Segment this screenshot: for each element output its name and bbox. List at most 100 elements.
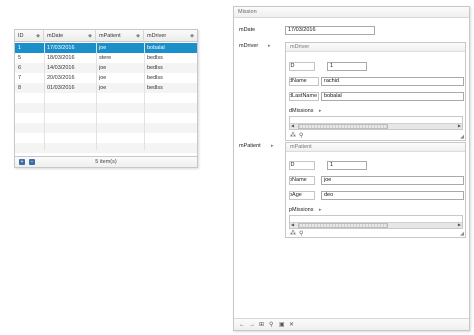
- delete-icon[interactable]: ✕: [289, 321, 294, 329]
- cell-driver: bobalal: [147, 45, 165, 51]
- table-row[interactable]: 5 18/03/2016 stere bedlss: [15, 53, 197, 63]
- driver-lastname-field[interactable]: bobalal: [321, 92, 464, 101]
- column-header-label: ID: [18, 33, 24, 39]
- patient-name-label-box: [289, 176, 315, 185]
- empty-row: [15, 103, 197, 113]
- empty-row: [15, 113, 197, 123]
- scroll-left-icon[interactable]: ◀: [291, 222, 294, 228]
- missions-grid: ID ◆ mDate ◆ mPatient ◆ mDriver ◆ 1 17/0…: [14, 29, 198, 168]
- cell-id: 6: [18, 65, 22, 71]
- cell-id: 8: [18, 85, 22, 91]
- scroll-thumb[interactable]: [298, 223, 388, 228]
- cell-id: 5: [18, 55, 22, 61]
- resize-grip-icon[interactable]: ◢: [460, 134, 464, 140]
- driver-id-field[interactable]: 1: [327, 62, 367, 71]
- scroll-left-icon[interactable]: ◀: [291, 123, 294, 129]
- patient-age-field[interactable]: deo: [321, 191, 464, 200]
- mpatient-subpanel: mPatient ID 1 pName joe pAge deo pMissio…: [285, 142, 466, 238]
- arrow-right-icon[interactable]: →: [249, 321, 255, 329]
- cell-date: 18/03/2016: [47, 55, 75, 61]
- column-header-label: mPatient: [99, 33, 121, 39]
- search-icon[interactable]: ⚲: [299, 230, 303, 237]
- mpatient-title: mPatient: [286, 143, 465, 152]
- cell-id: 7: [18, 75, 22, 81]
- cell-driver: bedlss: [147, 75, 163, 81]
- item-count: 5 item(s): [95, 159, 117, 165]
- empty-row: [15, 133, 197, 143]
- scroll-thumb[interactable]: [298, 124, 388, 129]
- column-header-mpatient[interactable]: mPatient ◆: [96, 30, 144, 42]
- driver-name-field[interactable]: rachid: [321, 77, 464, 86]
- cell-driver: bedlss: [147, 65, 163, 71]
- scroll-right-icon[interactable]: ▶: [458, 123, 461, 129]
- patient-age-label-box: [289, 191, 315, 200]
- tree-icon[interactable]: ⁂: [290, 230, 296, 237]
- cell-date: 01/03/2016: [47, 85, 75, 91]
- mdate-field[interactable]: 17/03/2016: [285, 26, 375, 35]
- table-row[interactable]: 1 17/03/2016 joe bobalal: [15, 43, 197, 53]
- add-icon[interactable]: ⊞: [259, 321, 264, 329]
- sort-icon: ◆: [136, 33, 140, 39]
- column-header-mdate[interactable]: mDate ◆: [44, 30, 96, 42]
- table-row[interactable]: 6 14/03/2016 joe bedlss: [15, 63, 197, 73]
- column-header-mdriver[interactable]: mDriver ◆: [144, 30, 197, 42]
- patient-missions-table: ◀ ▶: [289, 215, 463, 229]
- resize-grip-icon[interactable]: ◢: [460, 231, 464, 237]
- expand-arrow-icon[interactable]: ▸: [268, 43, 271, 49]
- mdriver-title: mDriver: [286, 43, 465, 52]
- patient-missions-label: pMissions: [289, 207, 314, 213]
- table-row[interactable]: 8 01/03/2016 joe bedlss: [15, 83, 197, 93]
- table-row[interactable]: 7 20/03/2016 joe bedlss: [15, 73, 197, 83]
- expand-arrow-icon[interactable]: ▸: [319, 207, 322, 213]
- empty-row: [15, 93, 197, 103]
- column-header-label: mDate: [47, 33, 64, 39]
- empty-row: [15, 123, 197, 133]
- sort-icon: ◆: [36, 33, 40, 39]
- cell-driver: bedlss: [147, 55, 163, 61]
- mdriver-label: mDriver: [239, 43, 259, 49]
- mission-toolbar: ← → ⊞ ⚲ ▣ ✕: [234, 318, 469, 330]
- patient-id-label-box: [289, 161, 315, 170]
- grid-footer: 5 item(s) + −: [15, 156, 197, 167]
- patient-id-field[interactable]: 1: [327, 161, 367, 170]
- arrow-left-icon[interactable]: ←: [239, 321, 245, 329]
- column-divider: [44, 42, 45, 150]
- mission-title: Mission: [234, 7, 469, 18]
- remove-icon[interactable]: −: [29, 159, 35, 165]
- column-divider: [96, 42, 97, 150]
- mdriver-subpanel: mDriver ID 1 dName rachid dLastName boba…: [285, 42, 466, 141]
- cell-date: 14/03/2016: [47, 65, 75, 71]
- mpatient-label: mPatient: [239, 143, 261, 149]
- cell-patient: joe: [99, 65, 107, 71]
- cell-patient: joe: [99, 75, 107, 81]
- cell-patient: stere: [99, 55, 112, 61]
- sort-icon: ◆: [88, 33, 92, 39]
- horizontal-scrollbar[interactable]: ◀ ▶: [290, 222, 462, 228]
- driver-name-label-box: [289, 77, 319, 86]
- driver-lastname-label-box: [289, 92, 319, 101]
- mdate-label: mDate: [239, 27, 256, 33]
- search-icon[interactable]: ⚲: [269, 321, 273, 329]
- tree-icon[interactable]: ⁂: [290, 132, 296, 139]
- driver-id-label-box: [289, 62, 315, 71]
- scroll-right-icon[interactable]: ▶: [458, 222, 461, 228]
- cell-id: 1: [18, 45, 22, 51]
- search-icon[interactable]: ⚲: [299, 132, 303, 139]
- cell-driver: bedlss: [147, 85, 163, 91]
- column-divider: [144, 42, 145, 150]
- cell-date: 20/03/2016: [47, 75, 75, 81]
- empty-row: [15, 143, 197, 153]
- add-icon[interactable]: +: [19, 159, 25, 165]
- sort-icon: ◆: [190, 33, 194, 39]
- patient-name-field[interactable]: joe: [321, 176, 464, 185]
- grid-header: ID ◆ mDate ◆ mPatient ◆ mDriver ◆: [15, 30, 197, 42]
- expand-arrow-icon[interactable]: ▸: [271, 143, 274, 149]
- cell-patient: joe: [99, 45, 107, 51]
- cell-date: 17/03/2016: [47, 45, 75, 51]
- column-header-id[interactable]: ID ◆: [15, 30, 44, 42]
- horizontal-scrollbar[interactable]: ◀ ▶: [290, 123, 462, 129]
- expand-arrow-icon[interactable]: ▸: [319, 108, 322, 114]
- save-icon[interactable]: ▣: [279, 321, 285, 329]
- mission-panel: Mission mDate 17/03/2016 mDriver ▸ mDriv…: [233, 6, 470, 331]
- driver-missions-label: dMissions: [289, 108, 314, 114]
